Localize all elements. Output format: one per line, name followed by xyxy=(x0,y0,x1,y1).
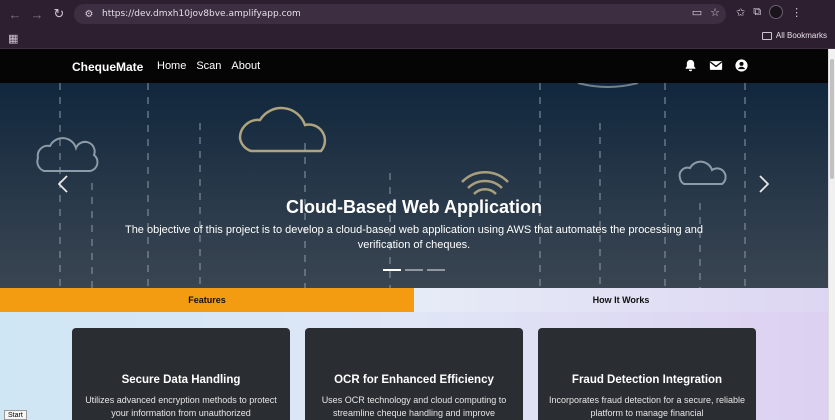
carousel-indicator-3[interactable] xyxy=(427,269,445,271)
tab-how-it-works[interactable]: How It Works xyxy=(414,288,828,312)
hero-title: Cloud-Based Web Application xyxy=(285,197,542,217)
nav-links: Home Scan About xyxy=(157,60,260,72)
user-circle-icon[interactable] xyxy=(735,59,748,72)
app-navbar: ChequeMate Home Scan About xyxy=(0,49,828,83)
favorites-icon[interactable]: ✩ xyxy=(736,6,745,19)
feature-card-title: OCR for Enhanced Efficiency xyxy=(334,374,494,386)
section-tabs: Features How It Works xyxy=(0,288,828,312)
bookmarks-bar: ▦ All Bookmarks xyxy=(0,28,835,49)
start-tooltip: Start xyxy=(4,410,27,420)
feature-card-title: Secure Data Handling xyxy=(121,374,241,386)
carousel-prev-button[interactable] xyxy=(57,175,68,198)
nav-link-scan[interactable]: Scan xyxy=(196,60,221,72)
back-icon[interactable]: ← xyxy=(4,3,26,25)
feature-card-title: Fraud Detection Integration xyxy=(571,374,723,386)
browser-toolbar: ← → ↻ ⚙ https://dev.dmxh10jov8bve.amplif… xyxy=(0,0,835,28)
feature-card-text: Utilizes advanced encryption methods to … xyxy=(85,395,277,418)
extensions-icon[interactable]: ⧉ xyxy=(753,6,761,19)
carousel-indicator-1[interactable] xyxy=(383,269,401,271)
folder-icon xyxy=(761,31,772,40)
nav-link-about[interactable]: About xyxy=(231,60,260,72)
all-bookmarks-button[interactable]: All Bookmarks xyxy=(761,31,827,40)
hero-carousel: Cloud-Based Web Application The objectiv… xyxy=(0,83,828,288)
reload-icon[interactable]: ↻ xyxy=(48,3,70,25)
carousel-indicator-2[interactable] xyxy=(405,269,423,271)
scrollbar-thumb[interactable] xyxy=(830,59,834,179)
feature-card-text: Uses OCR technology and cloud computing … xyxy=(321,395,507,418)
hero-description: The objective of this project is to deve… xyxy=(124,224,704,251)
nav-link-home[interactable]: Home xyxy=(157,60,186,72)
address-bar[interactable]: ⚙ https://dev.dmxh10jov8bve.amplifyapp.c… xyxy=(74,4,726,24)
all-bookmarks-label: All Bookmarks xyxy=(775,31,827,40)
menu-kebab-icon[interactable]: ⋮ xyxy=(791,6,802,19)
tab-features[interactable]: Features xyxy=(0,288,414,312)
features-section: Secure Data Handling Utilizes advanced e… xyxy=(0,312,828,420)
feature-card-fraud-detection: Fraud Detection Integration Incorporates… xyxy=(538,328,756,420)
chevron-left-icon xyxy=(57,175,68,193)
url-text[interactable]: https://dev.dmxh10jov8bve.amplifyapp.com xyxy=(102,9,301,19)
apps-grid-icon[interactable]: ▦ xyxy=(8,32,18,45)
feature-card-secure-data: Secure Data Handling Utilizes advanced e… xyxy=(72,328,290,420)
carousel-indicators xyxy=(383,269,445,271)
forward-icon[interactable]: → xyxy=(26,3,48,25)
install-app-icon[interactable]: ▭ xyxy=(692,6,702,19)
site-settings-icon[interactable]: ⚙ xyxy=(80,9,98,20)
cloud-network-illustration xyxy=(36,83,746,288)
bookmark-star-icon[interactable]: ☆ xyxy=(710,6,720,19)
feature-card-text: Incorporates fraud detection for a secur… xyxy=(548,395,746,418)
chevron-right-icon xyxy=(759,175,770,193)
carousel-next-button[interactable] xyxy=(759,175,770,198)
envelope-icon[interactable] xyxy=(709,59,723,72)
bell-icon[interactable] xyxy=(684,59,697,72)
profile-avatar[interactable] xyxy=(769,5,784,19)
page-scrollbar[interactable] xyxy=(828,49,835,420)
brand-logo[interactable]: ChequeMate xyxy=(72,60,143,74)
feature-card-ocr: OCR for Enhanced Efficiency Uses OCR tec… xyxy=(305,328,523,420)
